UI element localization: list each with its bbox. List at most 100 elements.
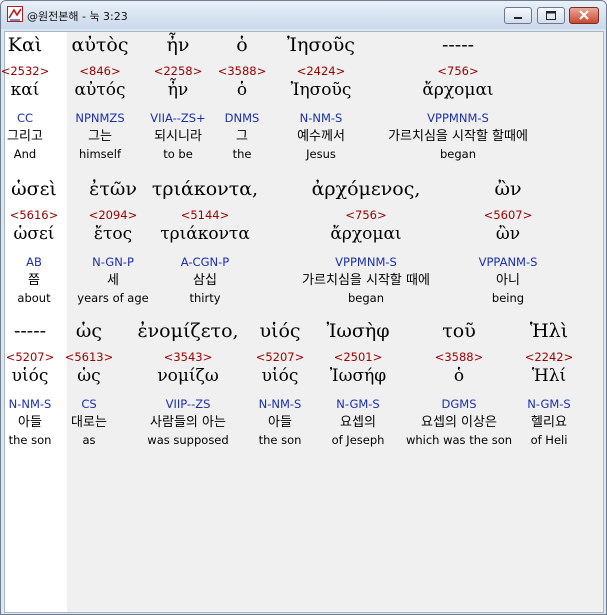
korean-gloss: 대로는 — [71, 415, 107, 430]
greek-word: Ἰησοῦς — [287, 34, 355, 56]
close-icon — [579, 10, 589, 20]
korean-gloss: 그 — [236, 129, 248, 144]
english-gloss: about — [17, 291, 51, 305]
app-window: @원전본해 - 눅 3:23 Καὶ <2532> καί CC 그리고 And αὐτὸς… — [0, 0, 607, 615]
lemma: Ἡλί — [531, 366, 567, 386]
english-gloss: began — [439, 147, 477, 161]
strongs-number[interactable]: <2532> — [1, 65, 49, 78]
lemma: Ἰωσήφ — [329, 366, 387, 386]
strongs-number[interactable]: <5207> — [6, 351, 55, 364]
korean-gloss: 세 — [107, 273, 119, 288]
strongs-number[interactable]: <756> — [437, 65, 478, 78]
english-gloss: And — [13, 147, 37, 161]
strongs-number[interactable]: <5207> — [256, 351, 305, 364]
greek-word: ----- — [13, 320, 47, 342]
title-bar[interactable]: @원전본해 - 눅 3:23 — [1, 1, 606, 29]
korean-gloss: 쯤 — [28, 273, 40, 288]
strongs-number[interactable]: <3588> — [435, 351, 484, 364]
greek-word: ἦν — [166, 34, 190, 56]
strongs-number[interactable]: <756> — [345, 209, 386, 222]
morphology-code: N-GM-S — [336, 397, 380, 411]
greek-word: υἱός — [259, 320, 301, 342]
morphology-code: VPPANM-S — [478, 255, 538, 269]
close-button[interactable] — [569, 7, 599, 24]
strongs-number[interactable]: <2501> — [334, 351, 383, 364]
strongs-number[interactable]: <5613> — [65, 351, 114, 364]
window-title: @원전본해 - 눅 3:23 — [27, 10, 128, 23]
korean-gloss: 헬리요 — [531, 415, 567, 430]
morphology-code: DGMS — [441, 397, 477, 411]
morphology-code: N-GN-P — [92, 255, 134, 269]
lemma: ἄρχομαι — [330, 224, 402, 244]
greek-word: ὡς — [75, 320, 103, 342]
english-gloss: being — [491, 291, 525, 305]
english-gloss: to be — [163, 147, 193, 161]
greek-word: ἀρχόμενος, — [311, 178, 421, 200]
english-gloss: the son — [258, 433, 302, 447]
strongs-number[interactable]: <5607> — [484, 209, 533, 222]
strongs-number[interactable]: <5144> — [181, 209, 230, 222]
morphology-code: NPNMZS — [75, 111, 125, 125]
lemma: νομίζω — [157, 366, 219, 386]
morphology-code: N-NM-S — [258, 397, 302, 411]
greek-word: ὡσεὶ — [11, 178, 57, 200]
lemma: υἱός — [11, 366, 49, 386]
english-gloss: himself — [79, 147, 121, 161]
morphology-code: A-CGN-P — [180, 255, 230, 269]
strongs-number[interactable]: <3543> — [164, 351, 213, 364]
korean-gloss: 그는 — [88, 129, 112, 144]
morphology-code: N-GM-S — [527, 397, 571, 411]
lemma: καί — [10, 80, 40, 100]
morphology-code: VIIA--ZS+ — [150, 111, 206, 125]
greek-word: ὢν — [494, 178, 522, 200]
morphology-code: N-NM-S — [8, 397, 52, 411]
korean-gloss: 요셉의 — [340, 415, 376, 430]
strongs-number[interactable]: <2424> — [297, 65, 346, 78]
morphology-code: CC — [16, 111, 34, 125]
maximize-icon — [546, 11, 556, 20]
english-gloss: Jesus — [306, 147, 336, 161]
interlinear-view[interactable]: Καὶ <2532> καί CC 그리고 And αὐτὸς <846> αὐτός NPNMZ… — [1, 31, 604, 613]
morphology-code: VPPMNM-S — [335, 255, 397, 269]
english-gloss: was supposed — [147, 433, 229, 447]
greek-word: τριάκοντα, — [151, 178, 259, 200]
greek-word: Καὶ — [7, 34, 43, 56]
minimize-button[interactable] — [504, 7, 532, 24]
greek-word: τοῦ — [442, 320, 476, 342]
korean-gloss: 예수께서 — [297, 129, 345, 144]
lemma: ὁ — [236, 80, 248, 100]
korean-gloss: 가르치심을 시작할 때에 — [302, 273, 430, 288]
strongs-number[interactable]: <2258> — [154, 65, 203, 78]
lemma: ἦν — [167, 80, 189, 100]
lemma: ὡς — [77, 366, 101, 386]
lemma: αὐτός — [74, 80, 126, 100]
korean-gloss: 가르치심을 시작할 할때에 — [388, 129, 528, 144]
korean-gloss: 요셉의 이상은 — [421, 415, 497, 430]
morphology-code: DNMS — [224, 111, 260, 125]
korean-gloss: 되시니라 — [154, 129, 202, 144]
strongs-number[interactable]: <3588> — [218, 65, 267, 78]
morphology-code: VIIP--ZS — [165, 397, 211, 411]
lemma: ὁ — [453, 366, 465, 386]
lemma: ὡσεί — [13, 224, 55, 244]
maximize-button[interactable] — [537, 7, 565, 24]
strongs-number[interactable]: <5616> — [10, 209, 59, 222]
minimize-icon — [514, 17, 522, 19]
greek-word: Ἰωσὴφ — [326, 320, 390, 342]
english-gloss: began — [347, 291, 385, 305]
korean-gloss: 삼십 — [193, 273, 217, 288]
morphology-code: VPPMNM-S — [427, 111, 489, 125]
korean-gloss: 그리고 — [7, 129, 43, 144]
morphology-code: CS — [81, 397, 97, 411]
strongs-number[interactable]: <2094> — [89, 209, 138, 222]
greek-word: ----- — [441, 34, 475, 56]
english-gloss: the — [232, 147, 252, 161]
strongs-number[interactable]: <2242> — [525, 351, 574, 364]
greek-word: αὐτὸς — [71, 34, 129, 56]
app-logo-icon[interactable] — [7, 6, 23, 22]
english-gloss: the son — [8, 433, 52, 447]
korean-gloss: 사람들의 아는 — [150, 415, 226, 430]
greek-word: ὁ — [236, 34, 248, 56]
strongs-number[interactable]: <846> — [79, 65, 120, 78]
morphology-code: N-NM-S — [299, 111, 343, 125]
